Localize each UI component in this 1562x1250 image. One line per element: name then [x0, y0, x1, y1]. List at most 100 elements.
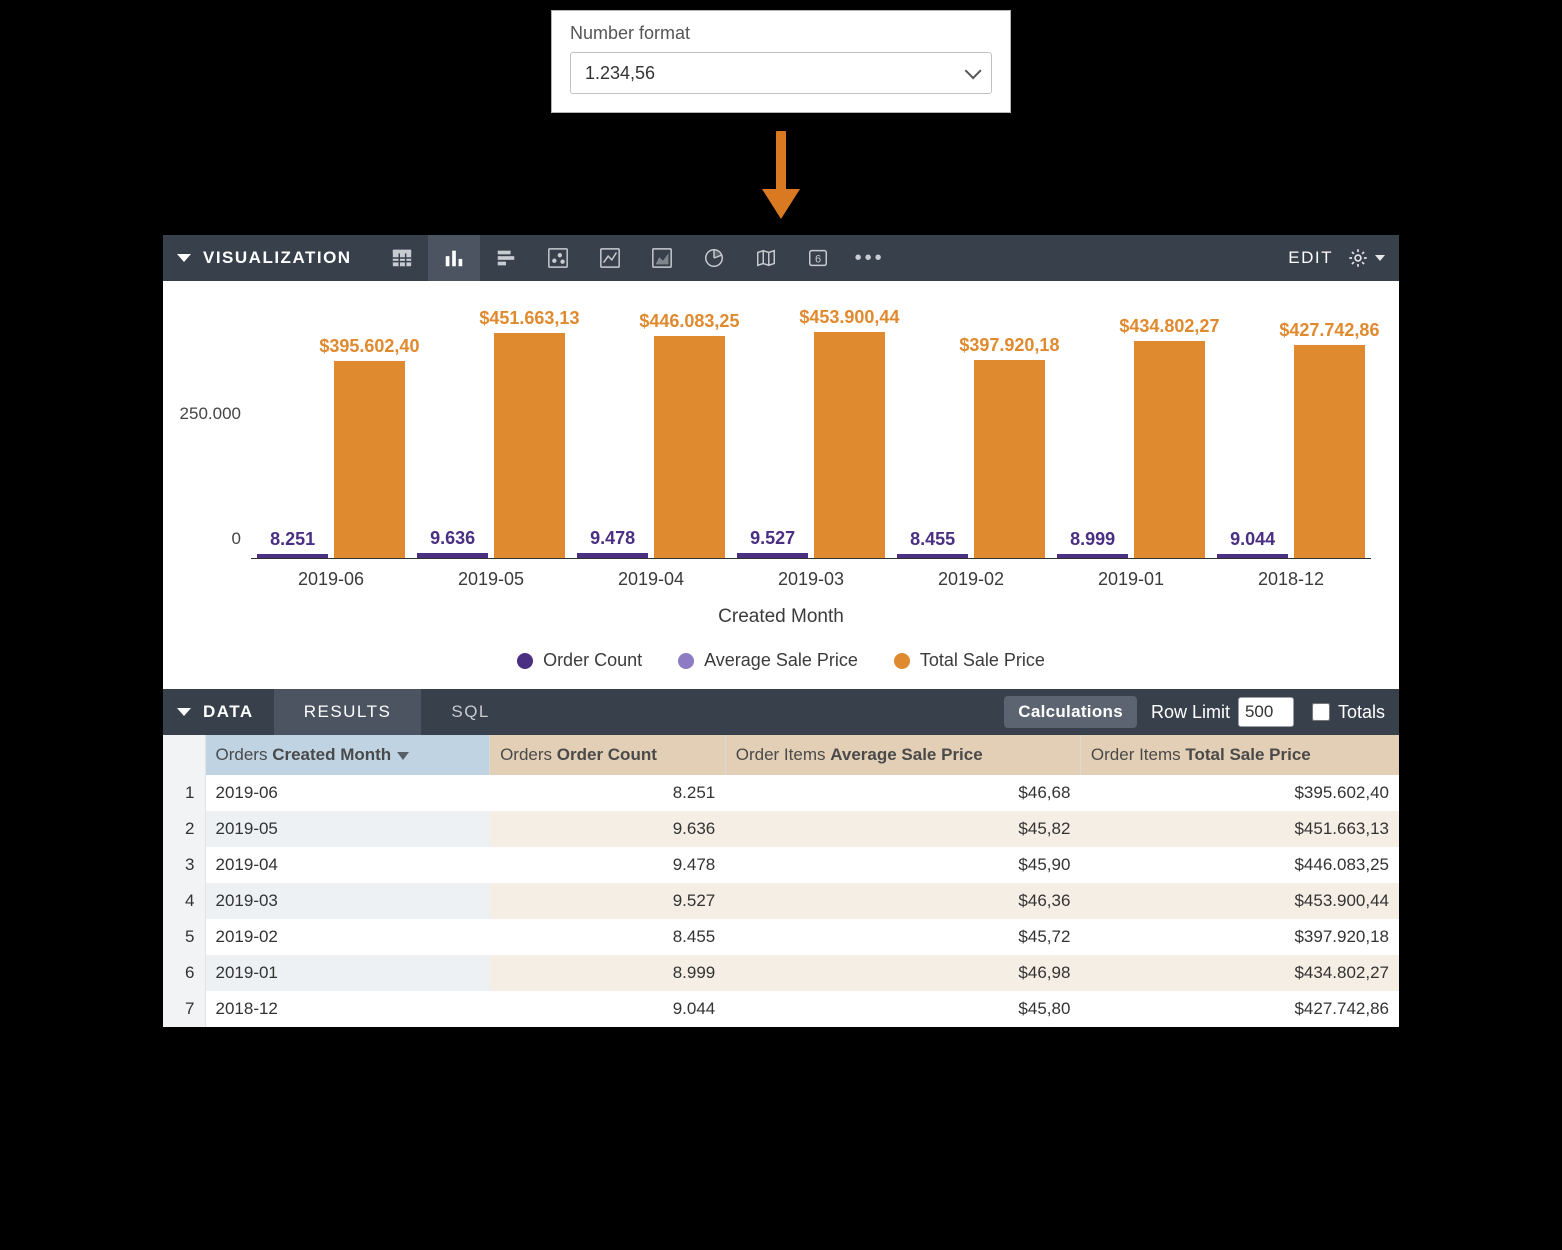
x-tick-label: 2018-12 — [1211, 569, 1371, 590]
cell-order-count: 9.636 — [490, 811, 726, 847]
rownum-header — [163, 735, 205, 775]
bar-order-count[interactable]: 9.636 — [417, 553, 487, 558]
collapse-data-toggle[interactable] — [177, 708, 191, 716]
legend-swatch — [678, 653, 694, 669]
legend-label: Order Count — [543, 650, 642, 671]
table-row[interactable]: 22019-059.636$45,82$451.663,13 — [163, 811, 1399, 847]
bar-total-sale-price[interactable]: $451.663,13 — [494, 333, 564, 558]
tab-sql[interactable]: SQL — [421, 689, 520, 735]
cell-created-month: 2018-12 — [205, 991, 490, 1027]
cell-avg-sale-price: $45,90 — [725, 847, 1080, 883]
legend-item[interactable]: Total Sale Price — [894, 650, 1045, 671]
data-bar: DATA RESULTS SQL Calculations Row Limit … — [163, 689, 1399, 735]
totals-toggle[interactable]: Totals — [1312, 702, 1385, 723]
bar-order-count[interactable]: 9.527 — [737, 553, 807, 558]
visualization-bar: VISUALIZATION — [163, 235, 1399, 281]
x-tick-label: 2019-05 — [411, 569, 571, 590]
totals-checkbox[interactable] — [1312, 703, 1330, 721]
cell-total-sale-price: $453.900,44 — [1080, 883, 1399, 919]
bar-order-count[interactable]: 8.251 — [257, 554, 327, 558]
x-tick-label: 2019-02 — [891, 569, 1051, 590]
cell-created-month: 2019-06 — [205, 775, 490, 811]
area-chart-icon[interactable] — [636, 235, 688, 281]
cell-avg-sale-price: $46,36 — [725, 883, 1080, 919]
column-chart-icon[interactable] — [428, 235, 480, 281]
x-tick-label: 2019-06 — [251, 569, 411, 590]
row-number: 7 — [163, 991, 205, 1027]
pie-chart-icon[interactable] — [688, 235, 740, 281]
number-format-card: Number format 1.234,56 — [551, 10, 1011, 113]
chart-bar-group: 9.636 $451.663,13 — [411, 309, 571, 558]
row-limit-input[interactable] — [1238, 697, 1294, 727]
number-format-label: Number format — [570, 23, 992, 44]
table-row[interactable]: 12019-068.251$46,68$395.602,40 — [163, 775, 1399, 811]
bar-order-count[interactable]: 9.478 — [577, 553, 647, 558]
bar-chart-icon[interactable] — [480, 235, 532, 281]
y-tick-label: 0 — [171, 529, 241, 549]
visualization-settings-button[interactable] — [1347, 247, 1385, 269]
table-row[interactable]: 62019-018.999$46,98$434.802,27 — [163, 955, 1399, 991]
map-chart-icon[interactable] — [740, 235, 792, 281]
table-row[interactable]: 72018-129.044$45,80$427.742,86 — [163, 991, 1399, 1027]
bar-order-count[interactable]: 9.044 — [1217, 554, 1287, 559]
cell-order-count: 9.527 — [490, 883, 726, 919]
cell-avg-sale-price: $46,98 — [725, 955, 1080, 991]
collapse-visualization-toggle[interactable] — [177, 254, 191, 262]
bar-total-sale-price[interactable]: $427.742,86 — [1294, 345, 1364, 558]
cell-order-count: 9.478 — [490, 847, 726, 883]
table-icon[interactable] — [376, 235, 428, 281]
visualization-title: VISUALIZATION — [203, 248, 352, 268]
legend-item[interactable]: Order Count — [517, 650, 642, 671]
row-number: 3 — [163, 847, 205, 883]
bar-order-count[interactable]: 8.999 — [1057, 554, 1127, 558]
legend-item[interactable]: Average Sale Price — [678, 650, 858, 671]
more-visualizations-icon[interactable]: ••• — [844, 235, 896, 281]
cell-avg-sale-price: $45,72 — [725, 919, 1080, 955]
column-header[interactable]: Order Items Average Sale Price — [725, 735, 1080, 775]
cell-total-sale-price: $446.083,25 — [1080, 847, 1399, 883]
scatter-chart-icon[interactable] — [532, 235, 584, 281]
chart-bar-group: 9.527 $453.900,44 — [731, 309, 891, 558]
bar-total-sale-price[interactable]: $453.900,44 — [814, 332, 884, 558]
column-header[interactable]: Orders Created Month — [205, 735, 490, 775]
bar-total-sale-price[interactable]: $446.083,25 — [654, 336, 724, 558]
column-header[interactable]: Orders Order Count — [490, 735, 726, 775]
chevron-down-icon — [1375, 255, 1385, 261]
cell-created-month: 2019-04 — [205, 847, 490, 883]
column-header[interactable]: Order Items Total Sale Price — [1080, 735, 1399, 775]
legend-label: Average Sale Price — [704, 650, 858, 671]
visualization-type-icons: 6 ••• — [376, 235, 896, 281]
chart-bar-group: 8.251$395.602,40 — [251, 309, 411, 558]
chart-bar-group: 9.044 $427.742,86 — [1211, 309, 1371, 558]
chart-bar-group: 8.999 $434.802,27 — [1051, 309, 1211, 558]
chart-bar-group: 8.455$397.920,18 — [891, 309, 1051, 558]
single-value-icon[interactable]: 6 — [792, 235, 844, 281]
row-number: 2 — [163, 811, 205, 847]
number-format-select[interactable]: 1.234,56 — [570, 52, 992, 94]
chart-area: 8.251$395.602,40 9.636 $451.663,13 9.478 $44… — [163, 281, 1399, 689]
number-format-value: 1.234,56 — [585, 52, 655, 94]
legend-swatch — [517, 653, 533, 669]
row-number: 6 — [163, 955, 205, 991]
tab-results[interactable]: RESULTS — [274, 689, 422, 735]
cell-order-count: 9.044 — [490, 991, 726, 1027]
legend-label: Total Sale Price — [920, 650, 1045, 671]
cell-total-sale-price: $427.742,86 — [1080, 991, 1399, 1027]
cell-created-month: 2019-03 — [205, 883, 490, 919]
cell-created-month: 2019-02 — [205, 919, 490, 955]
edit-button[interactable]: EDIT — [1288, 248, 1333, 268]
table-row[interactable]: 42019-039.527$46,36$453.900,44 — [163, 883, 1399, 919]
table-row[interactable]: 32019-049.478$45,90$446.083,25 — [163, 847, 1399, 883]
bar-total-sale-price[interactable]: $434.802,27 — [1134, 341, 1204, 558]
x-tick-label: 2019-01 — [1051, 569, 1211, 590]
line-chart-icon[interactable] — [584, 235, 636, 281]
cell-avg-sale-price: $45,80 — [725, 991, 1080, 1027]
bar-order-count[interactable]: 8.455 — [897, 554, 967, 558]
cell-total-sale-price: $397.920,18 — [1080, 919, 1399, 955]
svg-text:6: 6 — [815, 254, 821, 266]
cell-created-month: 2019-05 — [205, 811, 490, 847]
table-row[interactable]: 52019-028.455$45,72$397.920,18 — [163, 919, 1399, 955]
calculations-button[interactable]: Calculations — [1004, 696, 1137, 728]
data-title: DATA — [203, 702, 254, 722]
cell-order-count: 8.455 — [490, 919, 726, 955]
